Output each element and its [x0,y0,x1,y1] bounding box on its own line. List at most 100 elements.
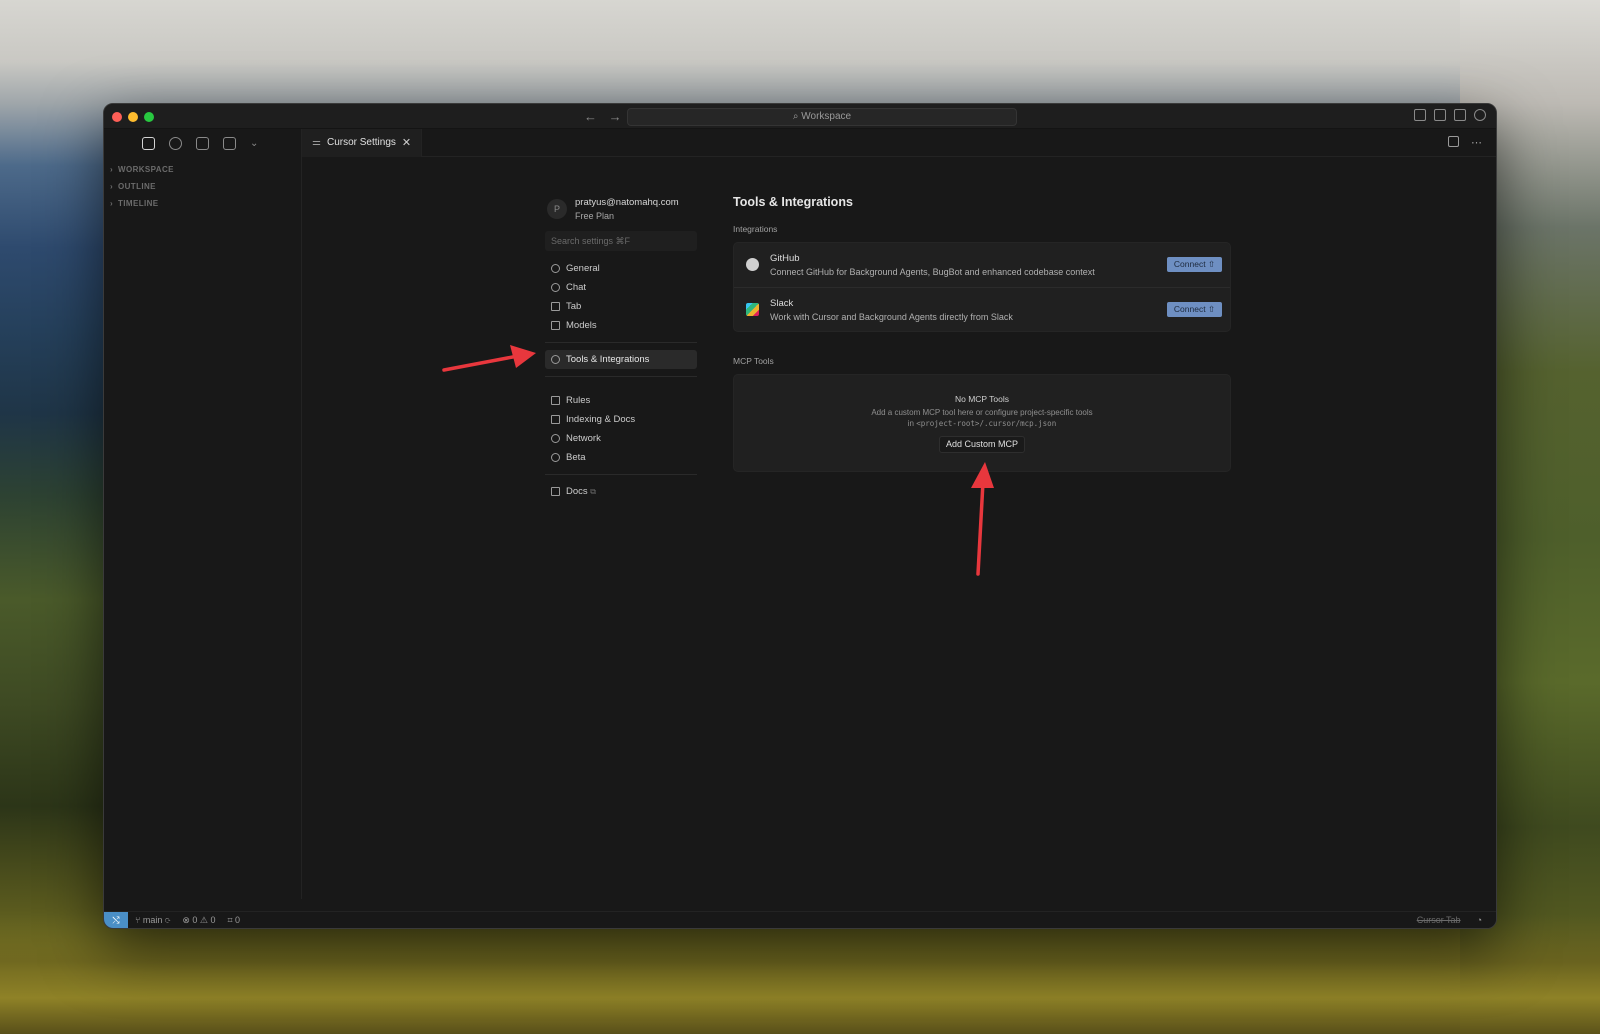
nav-label: Indexing & Docs [566,414,636,425]
extensions-icon[interactable] [223,137,236,150]
branch-indicator[interactable]: ⑂ main ⟳ [135,915,170,926]
add-custom-mcp-button[interactable]: Add Custom MCP [938,436,1026,453]
nav-label: Tab [566,301,582,312]
search-icon[interactable] [169,137,182,150]
nav-label: Tools & Integrations [566,354,650,365]
nav-divider [545,342,697,343]
integration-name: Slack [770,298,794,309]
chevron-right-icon: › [110,199,114,208]
status-left: ⑂ main ⟳ ⊗ 0 ⚠ 0 ⌗ 0 [135,915,240,926]
mcp-help-line1: Add a custom MCP tool here or configure … [871,408,1093,417]
mcp-tools-heading: MCP Tools [733,356,774,366]
nav-divider [545,376,697,377]
mcp-tools-card: No MCP Tools Add a custom MCP tool here … [733,374,1231,472]
mcp-help-prefix: in [907,419,914,428]
section-label: TIMELINE [118,199,159,208]
account-plan: Free Plan [575,211,615,221]
slack-connect-button[interactable]: Connect ⇧ [1167,302,1222,317]
settings-nav: General Chat Tab Models Tools & Integrat… [545,259,697,501]
history-nav: ← → [584,109,630,124]
nav-item-indexing-docs[interactable]: Indexing & Docs [545,410,697,429]
integration-name: GitHub [770,253,800,264]
beta-chevrons-icon [551,453,560,462]
nav-item-chat[interactable]: Chat [545,278,697,297]
github-connect-button[interactable]: Connect ⇧ [1167,257,1222,272]
problems-indicator[interactable]: ⊗ 0 ⚠ 0 [182,915,215,926]
status-right: Cursor Tab ◔ [1417,915,1482,925]
section-label: WORKSPACE [118,165,174,174]
explorer-sidebar: ⌄ › WORKSPACE › OUTLINE › TIMELINE [104,129,302,899]
nav-label: Network [566,433,601,444]
integrations-icon [551,355,560,364]
globe-icon [551,434,560,443]
explorer-icon[interactable] [142,137,155,150]
settings-editor: P pratyus@natomahq.com Free Plan Search … [302,157,1496,899]
command-center-label: Workspace [801,111,852,122]
forward-arrow-icon[interactable]: → [609,109,622,124]
settings-content: Tools & Integrations Integrations GitHub… [733,195,1231,472]
nav-divider [545,474,697,475]
gear-icon[interactable] [1474,109,1486,121]
nav-label: Rules [566,395,591,406]
bell-icon[interactable]: ◔ [1477,915,1482,925]
remote-indicator[interactable]: ⤭ [104,912,128,928]
nav-item-beta[interactable]: Beta [545,448,697,467]
minimize-window-button[interactable] [128,112,138,122]
toggle-sidebar-icon[interactable] [1414,109,1426,121]
nav-item-general[interactable]: General [545,259,697,278]
maximize-window-button[interactable] [144,112,154,122]
sidebar-sections: › WORKSPACE › OUTLINE › TIMELINE [110,161,174,212]
tab-cursor-settings[interactable]: ⚌ Cursor Settings ✕ [302,129,423,157]
sidebar-section-outline[interactable]: › OUTLINE [110,178,174,195]
annotation-arrow-up [971,462,994,576]
wallpaper-foreground [0,914,1600,1034]
nav-label: Models [566,320,597,331]
nav-label: General [566,263,600,274]
tab-arrow-icon [551,302,560,311]
page-title: Tools & Integrations [733,195,853,209]
cursor-tab-status[interactable]: Cursor Tab [1417,915,1461,925]
mcp-help-text: Add a custom MCP tool here or configure … [734,407,1230,429]
sync-icon: ⟳ [164,915,171,925]
account-email: pratyus@natomahq.com [575,197,679,208]
integrations-heading: Integrations [733,224,778,234]
close-window-button[interactable] [112,112,122,122]
avatar: P [547,199,567,219]
database-icon [551,415,560,424]
nav-label: Chat [566,282,587,293]
sidebar-section-workspace[interactable]: › WORKSPACE [110,161,174,178]
sidebar-section-timeline[interactable]: › TIMELINE [110,195,174,212]
gear-icon [551,264,560,273]
settings-search-input[interactable]: Search settings ⌘F [545,231,697,251]
external-link-icon: ⧉ [590,487,597,496]
section-label: OUTLINE [118,182,156,191]
nav-label: Docs [566,486,588,497]
github-icon [746,258,759,271]
integration-desc: Work with Cursor and Background Agents d… [770,312,1013,322]
layout-controls [1414,109,1486,121]
nav-item-network[interactable]: Network [545,429,697,448]
branch-name: main [142,915,163,925]
toggle-panel-icon[interactable] [1434,109,1446,121]
cube-icon [551,321,560,330]
infinity-icon [551,283,560,292]
title-bar: ← → ⌕ Workspace [104,104,1496,129]
activity-bar: ⌄ [142,137,258,150]
nav-item-docs[interactable]: Docs ⧉ [545,482,697,501]
close-icon[interactable]: ✕ [402,129,411,157]
nav-item-models[interactable]: Models [545,316,697,335]
chevron-down-icon[interactable]: ⌄ [250,137,258,150]
source-control-icon[interactable] [196,137,209,150]
command-center-search[interactable]: ⌕ Workspace [627,108,1017,126]
split-editor-icon[interactable] [1448,136,1459,147]
ports-indicator[interactable]: ⌗ 0 [227,915,240,926]
nav-item-tab[interactable]: Tab [545,297,697,316]
more-actions-icon[interactable]: ⋯ [1471,136,1482,149]
tab-label: Cursor Settings [326,137,396,148]
book-icon [551,487,560,496]
integration-row-slack: Slack Work with Cursor and Background Ag… [734,287,1230,331]
nav-item-rules[interactable]: Rules [545,391,697,410]
nav-item-tools-integrations[interactable]: Tools & Integrations [545,350,697,369]
toggle-secondary-sidebar-icon[interactable] [1454,109,1466,121]
back-arrow-icon[interactable]: ← [584,109,597,124]
